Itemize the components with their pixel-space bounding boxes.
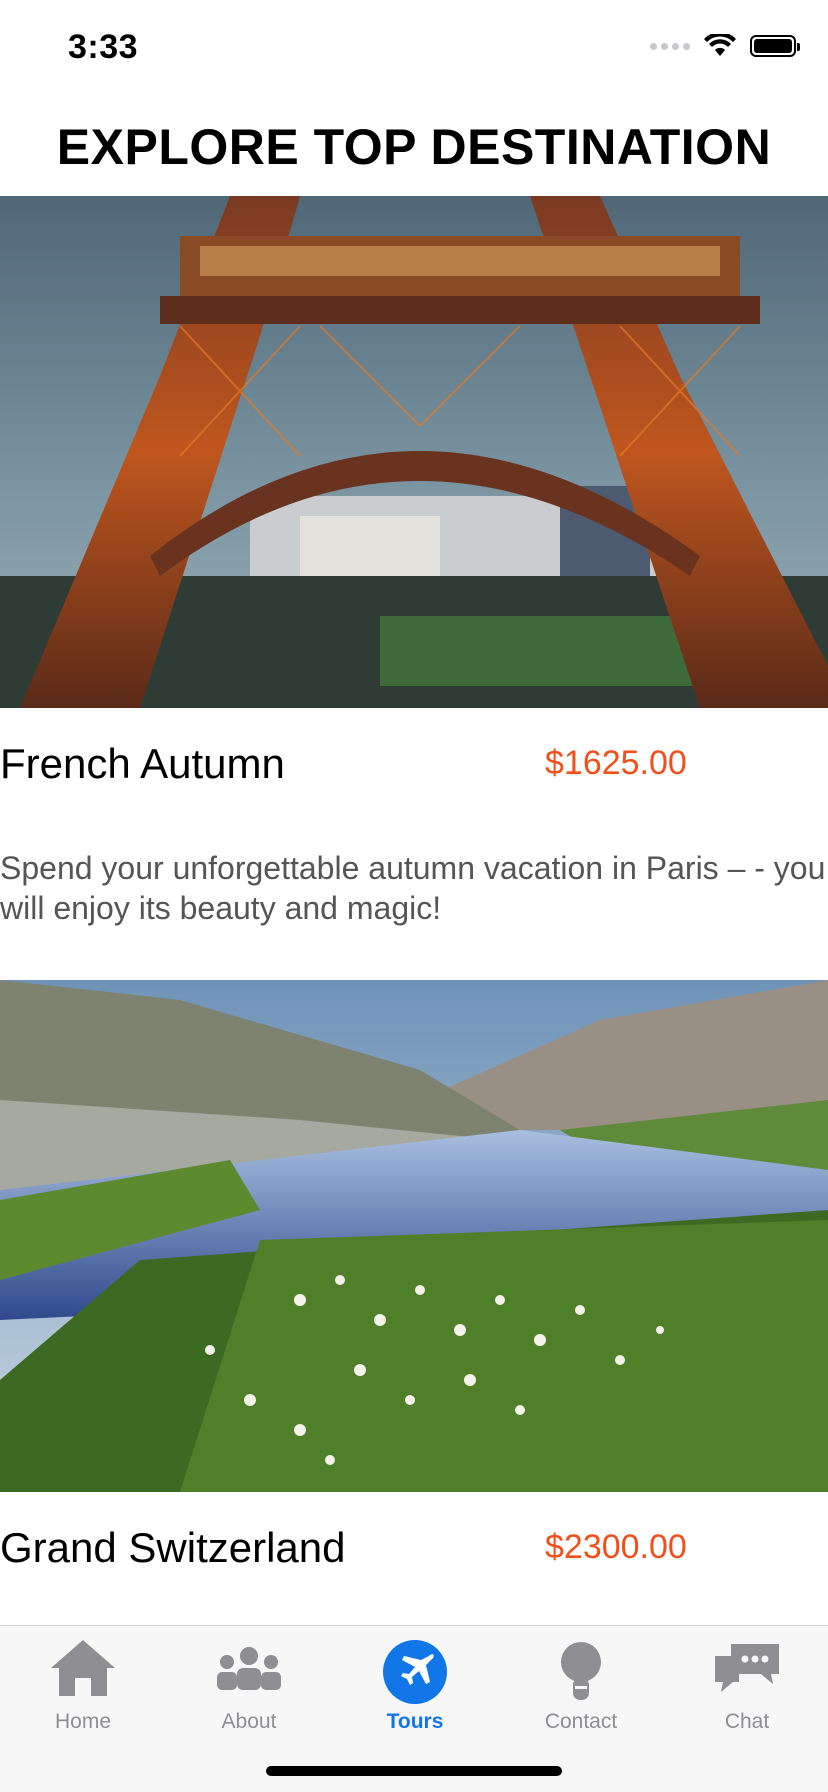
status-bar: 3:33 [0,0,828,100]
tour-description: Spend your unforgettable autumn vacation… [0,850,826,926]
tour-name[interactable]: Grand Switzerland [0,1524,346,1572]
chat-bubbles-icon [715,1644,779,1692]
eiffel-tower-photo [0,196,828,708]
tab-label: About [221,1710,277,1733]
page-title: EXPLORE TOP DESTINATION [56,119,772,175]
tour-image-french-autumn[interactable] [0,196,828,708]
tab-label: Contact [544,1710,618,1733]
tab-home[interactable]: Home [0,1626,166,1736]
wifi-icon [704,34,736,56]
status-icons [650,34,800,58]
home-indicator[interactable] [266,1766,562,1776]
tour-price: $2300.00 [545,1528,687,1566]
tour-image-grand-switzerland[interactable] [0,980,828,1492]
tour-name[interactable]: French Autumn [0,740,285,788]
headset-icon [561,1642,601,1700]
tab-tours[interactable]: Tours [332,1626,498,1736]
group-icon [217,1647,281,1690]
airplane-icon [383,1640,447,1704]
tour-price: $1625.00 [545,744,687,782]
battery-icon [750,35,800,57]
tab-label: Chat [724,1710,770,1733]
tab-about[interactable]: About [166,1626,332,1736]
home-icon [51,1640,115,1696]
tab-label: Home [54,1710,112,1733]
tab-contact[interactable]: Contact [498,1626,664,1736]
tab-label: Tours [386,1710,444,1733]
tab-chat[interactable]: Chat [664,1626,828,1736]
cellular-signal-icon [650,42,690,50]
swiss-alps-meadow-photo [0,980,828,1492]
status-time: 3:33 [68,28,139,66]
